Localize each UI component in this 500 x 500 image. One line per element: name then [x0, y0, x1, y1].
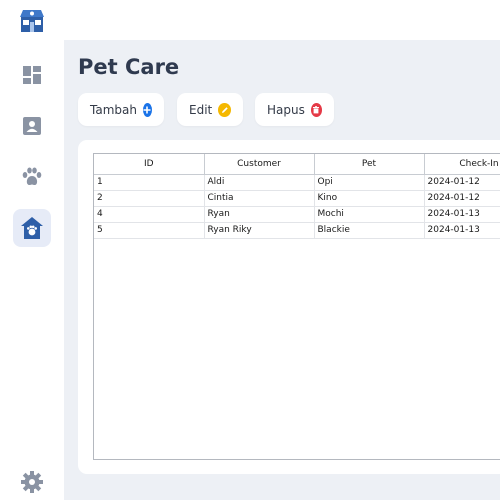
pet-shop-logo-icon [19, 8, 45, 34]
data-table-container[interactable]: ID Customer Pet Check-In 1 Aldi Opi 2024… [93, 153, 500, 460]
main-content: Pet Care Tambah Edit Hapus ID Customer P… [64, 40, 500, 500]
sidebar-item-dashboard[interactable] [13, 56, 51, 94]
cell-check-in: 2024-01-13 [424, 222, 500, 239]
delete-button-label: Hapus [267, 102, 305, 117]
edit-button[interactable]: Edit [177, 93, 243, 126]
cell-customer: Aldi [204, 174, 315, 191]
column-header-id[interactable]: ID [94, 154, 205, 175]
table-row[interactable]: 4 Ryan Mochi 2024-01-13 [94, 206, 500, 223]
table-row[interactable]: 5 Ryan Riky Blackie 2024-01-13 [94, 222, 500, 239]
cell-pet: Blackie [314, 222, 425, 239]
cell-pet: Opi [314, 174, 425, 191]
cell-customer: Cintia [204, 190, 315, 207]
page-title: Pet Care [78, 55, 180, 79]
add-button-label: Tambah [90, 102, 137, 117]
table-header-row: ID Customer Pet Check-In [94, 154, 500, 175]
column-header-check-in[interactable]: Check-In [424, 154, 500, 175]
cell-id: 1 [94, 174, 205, 191]
cell-pet: Mochi [314, 206, 425, 223]
sidebar [0, 0, 64, 500]
cell-customer: Ryan Riky [204, 222, 315, 239]
sidebar-item-customers[interactable] [13, 107, 51, 145]
sidebar-item-pet-care[interactable] [13, 209, 51, 247]
edit-button-label: Edit [189, 102, 213, 117]
pet-hotel-icon [21, 217, 43, 239]
settings-button[interactable] [13, 463, 51, 500]
column-header-customer[interactable]: Customer [204, 154, 315, 175]
delete-button[interactable]: Hapus [255, 93, 334, 126]
data-table: ID Customer Pet Check-In 1 Aldi Opi 2024… [94, 154, 500, 239]
gear-icon [21, 471, 43, 493]
cell-id: 5 [94, 222, 205, 239]
sidebar-item-pets[interactable] [13, 158, 51, 196]
plus-circle-icon [142, 102, 152, 117]
table-row[interactable]: 2 Cintia Kino 2024-01-12 [94, 190, 500, 207]
cell-customer: Ryan [204, 206, 315, 223]
dashboard-icon [23, 66, 41, 84]
cell-id: 4 [94, 206, 205, 223]
customer-icon [23, 117, 41, 135]
cell-id: 2 [94, 190, 205, 207]
paw-icon [22, 167, 42, 186]
cell-check-in: 2024-01-13 [424, 206, 500, 223]
trash-icon [310, 102, 322, 117]
cell-check-in: 2024-01-12 [424, 174, 500, 191]
add-button[interactable]: Tambah [78, 93, 164, 126]
cell-check-in: 2024-01-12 [424, 190, 500, 207]
pencil-icon [218, 102, 231, 117]
column-header-pet[interactable]: Pet [314, 154, 425, 175]
table-card: ID Customer Pet Check-In 1 Aldi Opi 2024… [78, 140, 500, 474]
cell-pet: Kino [314, 190, 425, 207]
table-row[interactable]: 1 Aldi Opi 2024-01-12 [94, 174, 500, 191]
